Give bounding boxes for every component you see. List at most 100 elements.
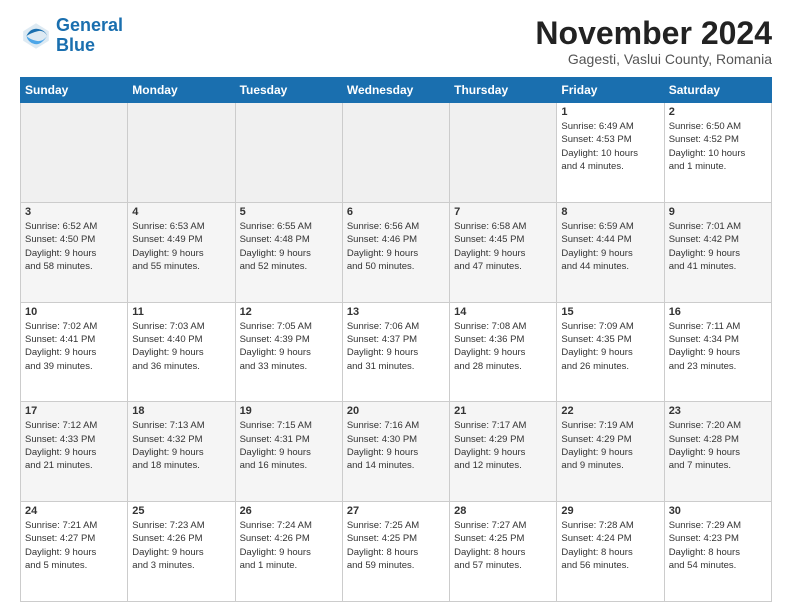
logo-text: General Blue: [56, 16, 123, 56]
col-monday: Monday: [128, 78, 235, 103]
calendar-cell: 12 Sunrise: 7:05 AM Sunset: 4:39 PM Dayli…: [235, 302, 342, 402]
calendar-cell: [21, 103, 128, 203]
day-info: Sunrise: 7:05 AM Sunset: 4:39 PM Dayligh…: [240, 320, 338, 373]
day-number: 19: [240, 405, 338, 417]
day-number: 10: [25, 306, 123, 318]
day-number: 9: [669, 206, 767, 218]
calendar-cell: 4Sunrise: 6:53 AM Sunset: 4:49 PM Daylig…: [128, 202, 235, 302]
col-saturday: Saturday: [664, 78, 771, 103]
calendar-cell: 5Sunrise: 6:55 AM Sunset: 4:48 PM Daylig…: [235, 202, 342, 302]
calendar-table: Sunday Monday Tuesday Wednesday Thursday…: [20, 77, 772, 602]
day-info: Sunrise: 7:27 AM Sunset: 4:25 PM Dayligh…: [454, 519, 552, 572]
day-info: Sunrise: 7:12 AM Sunset: 4:33 PM Dayligh…: [25, 419, 123, 472]
day-number: 21: [454, 405, 552, 417]
day-info: Sunrise: 7:11 AM Sunset: 4:34 PM Dayligh…: [669, 320, 767, 373]
day-info: Sunrise: 7:25 AM Sunset: 4:25 PM Dayligh…: [347, 519, 445, 572]
calendar-header-row: Sunday Monday Tuesday Wednesday Thursday…: [21, 78, 772, 103]
day-info: Sunrise: 7:16 AM Sunset: 4:30 PM Dayligh…: [347, 419, 445, 472]
page: General Blue November 2024 Gagesti, Vasl…: [0, 0, 792, 612]
day-number: 15: [561, 306, 659, 318]
calendar-cell: 22 Sunrise: 7:19 AM Sunset: 4:29 PM Dayli…: [557, 402, 664, 502]
title-block: November 2024 Gagesti, Vaslui County, Ro…: [535, 16, 772, 67]
header: General Blue November 2024 Gagesti, Vasl…: [20, 16, 772, 67]
day-number: 26: [240, 505, 338, 517]
logo-icon: [20, 20, 52, 52]
day-number: 2: [669, 106, 767, 118]
calendar-week-1: 1 Sunrise: 6:49 AM Sunset: 4:53 PM Daylig…: [21, 103, 772, 203]
calendar-cell: 16 Sunrise: 7:11 AM Sunset: 4:34 PM Dayli…: [664, 302, 771, 402]
location: Gagesti, Vaslui County, Romania: [535, 51, 772, 67]
calendar-cell: 27 Sunrise: 7:25 AM Sunset: 4:25 PM Dayli…: [342, 502, 449, 602]
calendar-cell: 14Sunrise: 7:08 AM Sunset: 4:36 PM Dayli…: [450, 302, 557, 402]
day-number: 28: [454, 505, 552, 517]
day-info: Sunrise: 6:50 AM Sunset: 4:52 PM Dayligh…: [669, 120, 767, 173]
col-thursday: Thursday: [450, 78, 557, 103]
day-info: Sunrise: 7:21 AM Sunset: 4:27 PM Dayligh…: [25, 519, 123, 572]
day-info: Sunrise: 7:29 AM Sunset: 4:23 PM Dayligh…: [669, 519, 767, 572]
day-number: 30: [669, 505, 767, 517]
day-number: 29: [561, 505, 659, 517]
calendar-cell: 18 Sunrise: 7:13 AM Sunset: 4:32 PM Dayli…: [128, 402, 235, 502]
day-number: 24: [25, 505, 123, 517]
calendar-cell: 30 Sunrise: 7:29 AM Sunset: 4:23 PM Dayli…: [664, 502, 771, 602]
calendar-cell: 10 Sunrise: 7:02 AM Sunset: 4:41 PM Dayli…: [21, 302, 128, 402]
day-number: 14: [454, 306, 552, 318]
col-friday: Friday: [557, 78, 664, 103]
day-number: 23: [669, 405, 767, 417]
calendar-cell: 28 Sunrise: 7:27 AM Sunset: 4:25 PM Dayli…: [450, 502, 557, 602]
calendar-cell: [128, 103, 235, 203]
logo-line1: General: [56, 15, 123, 35]
day-info: Sunrise: 7:17 AM Sunset: 4:29 PM Dayligh…: [454, 419, 552, 472]
calendar-cell: 24 Sunrise: 7:21 AM Sunset: 4:27 PM Dayli…: [21, 502, 128, 602]
calendar-week-4: 17 Sunrise: 7:12 AM Sunset: 4:33 PM Dayli…: [21, 402, 772, 502]
day-info: Sunrise: 7:13 AM Sunset: 4:32 PM Dayligh…: [132, 419, 230, 472]
day-info: Sunrise: 7:02 AM Sunset: 4:41 PM Dayligh…: [25, 320, 123, 373]
day-number: 7: [454, 206, 552, 218]
day-number: 12: [240, 306, 338, 318]
col-sunday: Sunday: [21, 78, 128, 103]
calendar-cell: 26 Sunrise: 7:24 AM Sunset: 4:26 PM Dayli…: [235, 502, 342, 602]
calendar-cell: 2 Sunrise: 6:50 AM Sunset: 4:52 PM Daylig…: [664, 103, 771, 203]
calendar-cell: [342, 103, 449, 203]
day-number: 18: [132, 405, 230, 417]
day-info: Sunrise: 7:23 AM Sunset: 4:26 PM Dayligh…: [132, 519, 230, 572]
calendar-cell: 7Sunrise: 6:58 AM Sunset: 4:45 PM Daylig…: [450, 202, 557, 302]
day-info: Sunrise: 7:28 AM Sunset: 4:24 PM Dayligh…: [561, 519, 659, 572]
day-info: Sunrise: 6:49 AM Sunset: 4:53 PM Dayligh…: [561, 120, 659, 173]
calendar-cell: 11 Sunrise: 7:03 AM Sunset: 4:40 PM Dayli…: [128, 302, 235, 402]
day-info: Sunrise: 7:09 AM Sunset: 4:35 PM Dayligh…: [561, 320, 659, 373]
calendar-cell: 13Sunrise: 7:06 AM Sunset: 4:37 PM Dayli…: [342, 302, 449, 402]
calendar-cell: 20 Sunrise: 7:16 AM Sunset: 4:30 PM Dayli…: [342, 402, 449, 502]
calendar-cell: 15 Sunrise: 7:09 AM Sunset: 4:35 PM Dayli…: [557, 302, 664, 402]
day-number: 1: [561, 106, 659, 118]
day-info: Sunrise: 7:20 AM Sunset: 4:28 PM Dayligh…: [669, 419, 767, 472]
calendar-cell: 3 Sunrise: 6:52 AM Sunset: 4:50 PM Daylig…: [21, 202, 128, 302]
month-title: November 2024: [535, 16, 772, 51]
day-info: Sunrise: 7:24 AM Sunset: 4:26 PM Dayligh…: [240, 519, 338, 572]
calendar-cell: 29 Sunrise: 7:28 AM Sunset: 4:24 PM Dayli…: [557, 502, 664, 602]
calendar-cell: 23 Sunrise: 7:20 AM Sunset: 4:28 PM Dayli…: [664, 402, 771, 502]
day-number: 27: [347, 505, 445, 517]
day-number: 17: [25, 405, 123, 417]
day-info: Sunrise: 7:19 AM Sunset: 4:29 PM Dayligh…: [561, 419, 659, 472]
col-wednesday: Wednesday: [342, 78, 449, 103]
day-info: Sunrise: 7:03 AM Sunset: 4:40 PM Dayligh…: [132, 320, 230, 373]
calendar-cell: 6Sunrise: 6:56 AM Sunset: 4:46 PM Daylig…: [342, 202, 449, 302]
day-number: 8: [561, 206, 659, 218]
calendar-cell: 17 Sunrise: 7:12 AM Sunset: 4:33 PM Dayli…: [21, 402, 128, 502]
logo: General Blue: [20, 16, 123, 56]
day-number: 4: [132, 206, 230, 218]
day-number: 6: [347, 206, 445, 218]
day-number: 20: [347, 405, 445, 417]
day-number: 16: [669, 306, 767, 318]
day-info: Sunrise: 6:52 AM Sunset: 4:50 PM Dayligh…: [25, 220, 123, 273]
calendar-week-3: 10 Sunrise: 7:02 AM Sunset: 4:41 PM Dayli…: [21, 302, 772, 402]
day-number: 3: [25, 206, 123, 218]
day-info: Sunrise: 7:15 AM Sunset: 4:31 PM Dayligh…: [240, 419, 338, 472]
calendar-week-5: 24 Sunrise: 7:21 AM Sunset: 4:27 PM Dayli…: [21, 502, 772, 602]
day-info: Sunrise: 7:06 AM Sunset: 4:37 PM Dayligh…: [347, 320, 445, 373]
day-number: 22: [561, 405, 659, 417]
day-number: 11: [132, 306, 230, 318]
day-info: Sunrise: 6:59 AM Sunset: 4:44 PM Dayligh…: [561, 220, 659, 273]
calendar-cell: 1 Sunrise: 6:49 AM Sunset: 4:53 PM Daylig…: [557, 103, 664, 203]
